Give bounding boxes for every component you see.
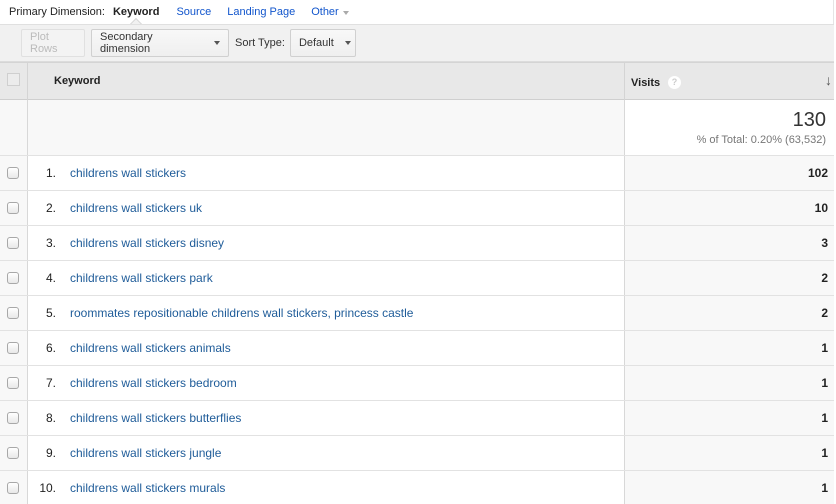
row-checkbox[interactable] — [7, 482, 19, 494]
table-row: 7. childrens wall stickers bedroom 1 — [0, 366, 834, 401]
select-all-cell — [0, 63, 28, 100]
visits-value: 10 — [814, 201, 828, 215]
row-checkbox[interactable] — [7, 237, 19, 249]
keyword-link[interactable]: childrens wall stickers jungle — [70, 446, 221, 460]
column-header-visits[interactable]: Visits ? ↓ — [624, 63, 834, 100]
help-icon[interactable]: ? — [668, 76, 681, 89]
visits-value: 2 — [821, 306, 828, 320]
secondary-dimension-label: Secondary dimension — [100, 31, 153, 55]
table-row: 2. childrens wall stickers uk 10 — [0, 191, 834, 226]
keyword-link[interactable]: childrens wall stickers — [70, 166, 186, 180]
row-checkbox[interactable] — [7, 342, 19, 354]
keyword-table: Keyword Visits ? ↓ 130 % of Total: 0.20%… — [0, 62, 834, 504]
visits-value: 102 — [807, 166, 828, 180]
sort-descending-icon[interactable]: ↓ — [825, 72, 832, 88]
keyword-link[interactable]: childrens wall stickers animals — [70, 341, 231, 355]
visits-value: 1 — [821, 411, 828, 425]
sort-type-label: Sort Type: — [235, 37, 285, 49]
row-checkbox[interactable] — [7, 377, 19, 389]
visits-header-label: Visits — [631, 77, 661, 89]
totals-check-cell — [0, 100, 28, 155]
keyword-link[interactable]: childrens wall stickers uk — [70, 201, 202, 215]
keyword-link[interactable]: childrens wall stickers park — [70, 271, 213, 285]
column-header-keyword[interactable]: Keyword — [54, 75, 100, 87]
row-index: 6. — [45, 341, 56, 355]
visits-value: 2 — [821, 271, 828, 285]
primary-dimension-landing-page-link[interactable]: Landing Page — [227, 6, 295, 18]
row-index: 5. — [45, 306, 56, 320]
row-index: 9. — [45, 446, 56, 460]
primary-dimension-label: Primary Dimension: — [9, 6, 105, 18]
row-index: 1. — [45, 166, 56, 180]
select-all-checkbox[interactable] — [7, 73, 20, 86]
primary-dimension-bar: Primary Dimension: Keyword Source Landin… — [0, 0, 834, 33]
secondary-dimension-dropdown[interactable]: Secondary dimension — [91, 29, 229, 57]
row-checkbox[interactable] — [7, 412, 19, 424]
sort-type-dropdown[interactable]: Default — [289, 29, 356, 57]
row-checkbox[interactable] — [7, 272, 19, 284]
table-row: 10. childrens wall stickers murals 1 — [0, 471, 834, 504]
table-row: 6. childrens wall stickers animals 1 — [0, 331, 834, 366]
keyword-link[interactable]: childrens wall stickers disney — [70, 236, 224, 250]
percent-of-total: % of Total: 0.20% (63,532) — [696, 134, 826, 146]
table-body: 1. childrens wall stickers 102 2. childr… — [0, 156, 834, 504]
row-index: 8. — [45, 411, 56, 425]
row-index: 3. — [45, 236, 56, 250]
visits-value: 3 — [821, 236, 828, 250]
primary-dimension-other-dropdown[interactable]: Other — [311, 6, 349, 18]
table-row: 9. childrens wall stickers jungle 1 — [0, 436, 834, 471]
row-index: 2. — [45, 201, 56, 215]
chevron-down-icon — [344, 41, 351, 45]
row-index: 7. — [45, 376, 56, 390]
chevron-down-icon — [342, 10, 349, 15]
other-label: Other — [311, 6, 339, 18]
primary-dimension-source-link[interactable]: Source — [176, 6, 211, 18]
primary-dimension-current: Keyword — [112, 6, 160, 33]
row-index: 4. — [45, 271, 56, 285]
table-row: 8. childrens wall stickers butterflies 1 — [0, 401, 834, 436]
keyword-link[interactable]: childrens wall stickers bedroom — [70, 376, 237, 390]
table-row: 1. childrens wall stickers 102 — [0, 156, 834, 191]
row-checkbox[interactable] — [7, 202, 19, 214]
visits-value: 1 — [821, 481, 828, 495]
visits-value: 1 — [821, 376, 828, 390]
sort-type-value: Default — [298, 37, 334, 49]
table-header: Keyword Visits ? ↓ — [0, 62, 834, 100]
plot-rows-label: Plot Rows — [30, 31, 58, 55]
row-checkbox[interactable] — [7, 167, 19, 179]
keyword-link[interactable]: childrens wall stickers butterflies — [70, 411, 241, 425]
table-row: 4. childrens wall stickers park 2 — [0, 261, 834, 296]
plot-rows-button[interactable]: Plot Rows — [21, 29, 85, 57]
keyword-link[interactable]: roommates repositionable childrens wall … — [70, 306, 413, 320]
table-row: 3. childrens wall stickers disney 3 — [0, 226, 834, 261]
row-checkbox[interactable] — [7, 447, 19, 459]
totals-row: 130 % of Total: 0.20% (63,532) — [0, 100, 834, 156]
visits-value: 1 — [821, 446, 828, 460]
row-checkbox[interactable] — [7, 307, 19, 319]
visits-value: 1 — [821, 341, 828, 355]
row-index: 10. — [39, 481, 56, 495]
totals-visits-cell: 130 % of Total: 0.20% (63,532) — [624, 100, 834, 155]
table-toolbar: Plot Rows Secondary dimension Sort Type:… — [0, 24, 834, 62]
table-row: 5. roommates repositionable childrens wa… — [0, 296, 834, 331]
total-visits-value: 130 — [792, 109, 826, 131]
chevron-down-icon — [214, 41, 220, 45]
keyword-link[interactable]: childrens wall stickers murals — [70, 481, 225, 495]
primary-dimension-keyword: Keyword — [112, 6, 160, 18]
